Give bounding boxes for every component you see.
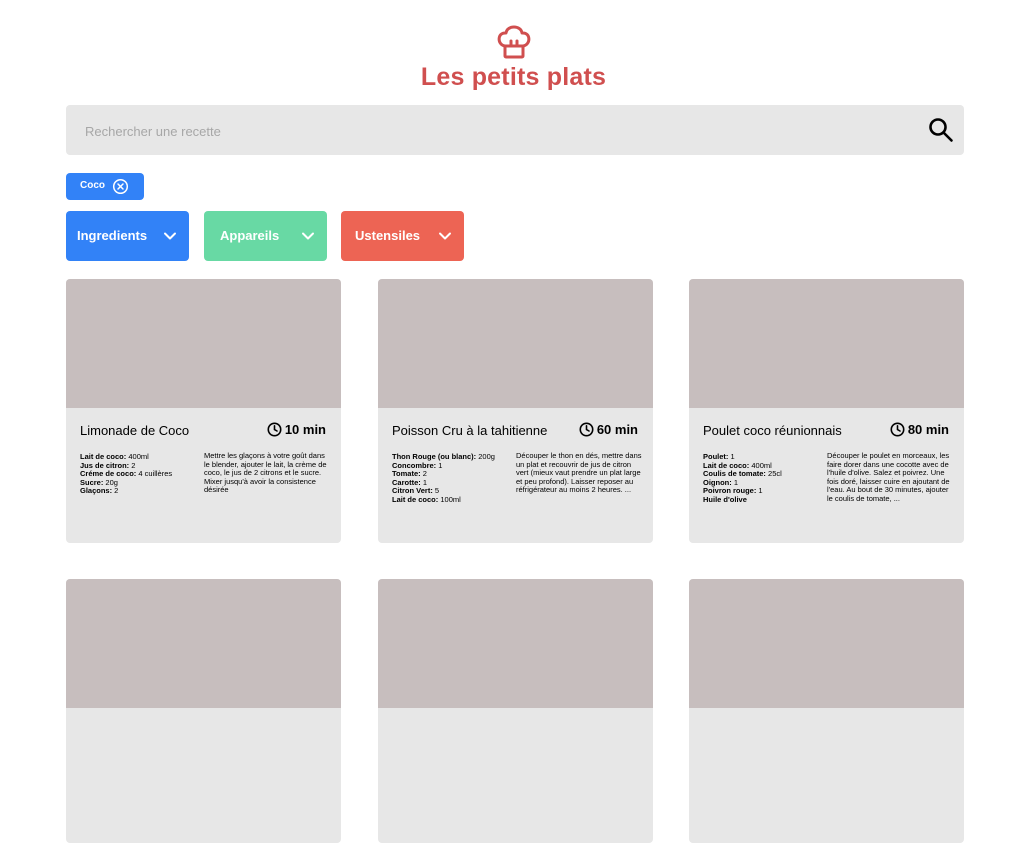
recipe-time-value: 60 min: [596, 422, 638, 437]
ingredients-list: Lait de coco: 400ml Jus de citron: 2 Créme…: [80, 452, 198, 496]
recipe-time-value: 10 min: [284, 422, 326, 437]
selected-tag: Coco: [66, 173, 144, 200]
recipe-card[interactable]: [689, 579, 964, 843]
ingredient-item: Glaçons: 2: [80, 486, 119, 496]
close-circle-icon[interactable]: [112, 178, 129, 195]
recipe-image: [689, 579, 964, 708]
recipe-title: Poisson Cru à la tahitienne: [392, 423, 548, 438]
search-icon[interactable]: [928, 117, 954, 143]
recipe-card[interactable]: Limonade de Coco 10 min Lait de coco: 400m…: [66, 279, 341, 543]
recipe-time: 80 min: [890, 422, 949, 437]
recipe-card[interactable]: Poisson Cru à la tahitienne 60 min Thon Ro…: [378, 279, 653, 543]
chevron-down-icon: [302, 232, 314, 240]
ingredients-list: Thon Rouge (ou blanc): 200g Concombre: 1T…: [392, 452, 510, 505]
search-bar: [66, 105, 964, 157]
recipe-image: [689, 279, 964, 408]
recipe-card[interactable]: [66, 579, 341, 843]
recipe-image: [378, 279, 653, 408]
recipe-description: Mettre les glaçons à votre goût dans le …: [204, 451, 327, 495]
ingredient-item: Lait de coco: 100ml: [392, 494, 461, 504]
recipe-title: Poulet coco réunionnais: [703, 423, 842, 438]
recipe-image: [378, 579, 653, 708]
recipe-card[interactable]: [378, 579, 653, 843]
recipe-description: Découper le poulet en morceaux, les fair…: [827, 451, 950, 503]
search-input[interactable]: [83, 105, 907, 157]
ingredients-list: Poulet: 1 Lait de coco: 400ml Coulis de to…: [703, 452, 821, 505]
filter-ingredients-button[interactable]: Ingredients: [66, 211, 189, 261]
filter-label: Ingredients: [77, 228, 148, 243]
recipe-time-value: 80 min: [907, 422, 949, 437]
recipe-time: 60 min: [579, 422, 638, 437]
clock-icon: [267, 422, 282, 437]
chevron-down-icon: [439, 232, 451, 240]
site-title: Les petits plats: [420, 63, 607, 91]
clock-icon: [579, 422, 594, 437]
recipe-image: [66, 579, 341, 708]
ingredient-item: Huile d'olive: [703, 494, 747, 504]
recipe-card[interactable]: Poulet coco réunionnais 80 min Poulet: 1 La…: [689, 279, 964, 543]
chef-hat-icon: [497, 25, 530, 59]
recipe-title: Limonade de Coco: [80, 423, 190, 438]
clock-icon: [890, 422, 905, 437]
filter-ustensiles-button[interactable]: Ustensiles: [341, 211, 464, 261]
site-header: Les petits plats: [0, 24, 1027, 92]
filter-appareils-button[interactable]: Appareils: [204, 211, 327, 261]
filter-label: Appareils: [220, 228, 280, 243]
recipe-image: [66, 279, 341, 408]
tag-label: Coco: [80, 180, 105, 191]
recipe-time: 10 min: [267, 422, 326, 437]
chevron-down-icon: [164, 232, 176, 240]
filter-label: Ustensiles: [355, 228, 421, 243]
recipe-description: Découper le thon en dés, mettre dans un …: [516, 451, 642, 495]
